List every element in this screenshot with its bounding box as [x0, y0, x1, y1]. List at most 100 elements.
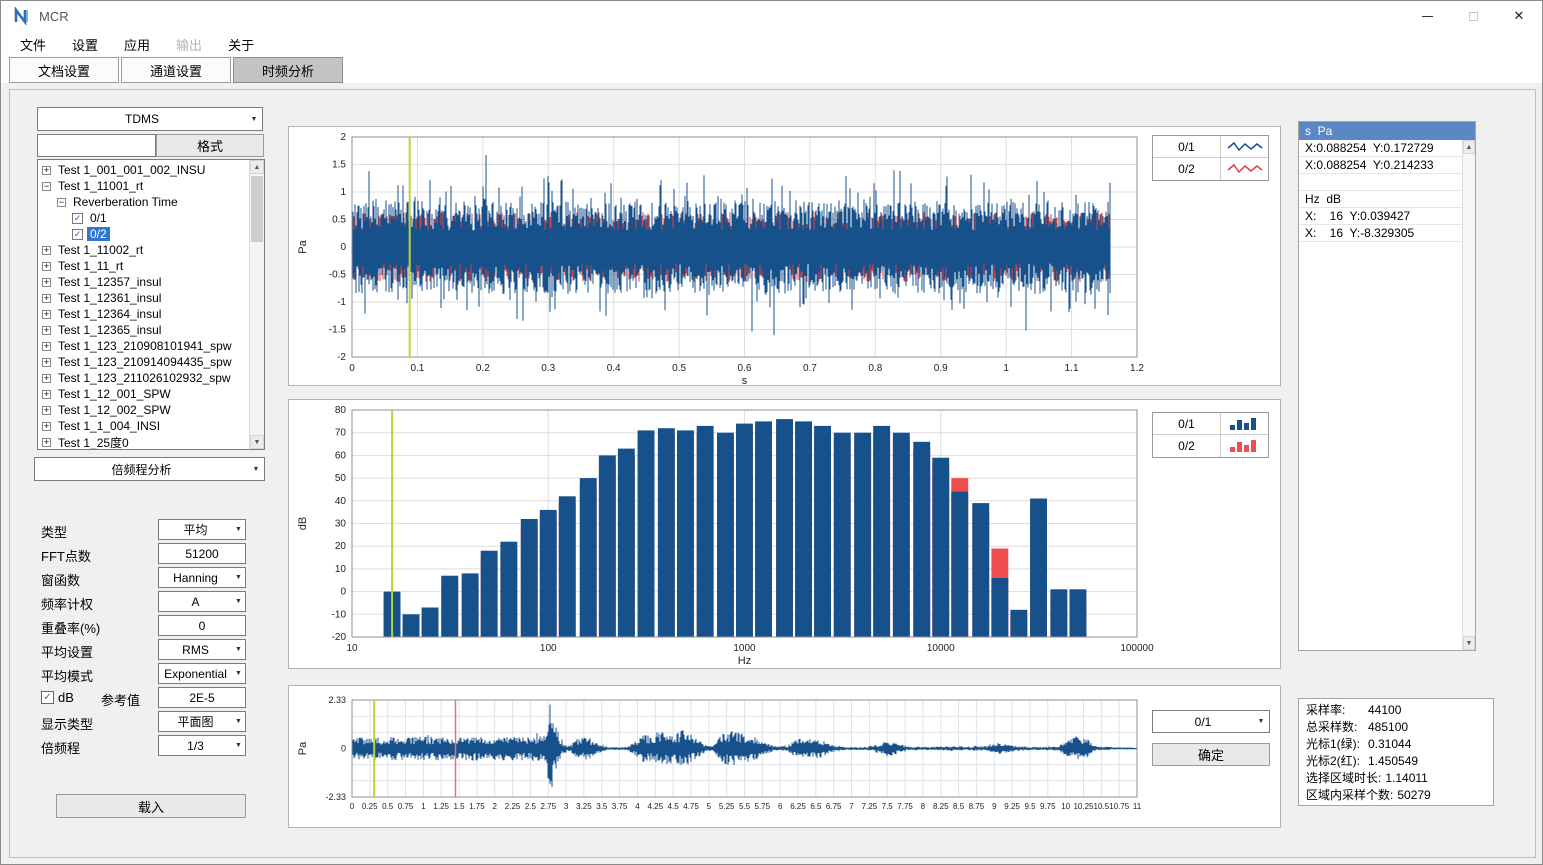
tree-item[interactable]: +Test 1_123_211026102932_spw — [38, 370, 249, 386]
tree-item[interactable]: −Test 1_11001_rt — [38, 178, 249, 194]
tree-scrollbar[interactable]: ▲ ▼ — [249, 160, 264, 449]
svg-text:9.75: 9.75 — [1040, 802, 1056, 811]
tab-channel-settings[interactable]: 通道设置 — [121, 57, 231, 83]
tree-item[interactable]: +Test 1_11002_rt — [38, 242, 249, 258]
tree-item[interactable]: ✓0/1 — [38, 210, 249, 226]
tree-item-checkbox[interactable]: ✓ — [72, 229, 83, 240]
tree-item[interactable]: + Test 1_12364_insul — [38, 306, 249, 322]
maximize-button[interactable] — [1450, 1, 1496, 31]
tree-item[interactable]: −Reverberation Time — [38, 194, 249, 210]
svg-text:6.5: 6.5 — [810, 802, 822, 811]
expand-icon[interactable]: + — [42, 310, 51, 319]
tree-item[interactable]: +Test 1_11_rt — [38, 258, 249, 274]
expand-icon[interactable]: + — [42, 246, 51, 255]
expand-icon[interactable]: + — [42, 278, 51, 287]
form-select[interactable]: Exponential▼ — [158, 663, 246, 684]
scroll-down-icon[interactable]: ▼ — [250, 435, 264, 449]
svg-text:6.25: 6.25 — [790, 802, 806, 811]
legend-item[interactable]: 0/2 — [1153, 435, 1268, 457]
form-input[interactable]: 2E-5 — [158, 687, 246, 708]
legend-item[interactable]: 0/1 — [1153, 136, 1268, 158]
form-input[interactable]: 0 — [158, 615, 246, 636]
expand-icon[interactable]: + — [42, 166, 51, 175]
filter-input[interactable] — [37, 134, 156, 157]
svg-text:6.75: 6.75 — [826, 802, 842, 811]
tree-item[interactable]: +Test 1_12_002_SPW — [38, 402, 249, 418]
load-button[interactable]: 载入 — [56, 794, 246, 818]
collapse-icon[interactable]: − — [42, 182, 51, 191]
readout-scrollbar[interactable]: ▲ ▼ — [1462, 140, 1475, 650]
expand-icon[interactable]: + — [42, 342, 51, 351]
form-select[interactable]: 平面图▼ — [158, 711, 246, 732]
confirm-button[interactable]: 确定 — [1152, 743, 1270, 766]
format-button[interactable]: 格式 — [156, 134, 264, 157]
line-series-icon — [1220, 158, 1268, 180]
time-waveform-plot[interactable]: 00.10.20.30.40.50.60.70.80.911.11.221.51… — [289, 127, 1280, 385]
octave-spectrum-plot[interactable]: 10100100010000100000-20-1001020304050607… — [289, 400, 1280, 668]
expand-icon[interactable]: + — [42, 262, 51, 271]
menu-about[interactable]: 关于 — [215, 32, 267, 57]
tree-item[interactable]: ✓0/2 — [38, 226, 249, 242]
form-select[interactable]: 1/3▼ — [158, 735, 246, 756]
chevron-down-icon: ▼ — [232, 646, 245, 653]
svg-text:0.2: 0.2 — [476, 363, 490, 374]
tree-item[interactable]: +Test 1_25度0 — [38, 434, 249, 449]
expand-icon[interactable]: + — [42, 294, 51, 303]
tree-item[interactable]: +Test 1_1_004_INSI — [38, 418, 249, 434]
expand-icon[interactable]: + — [42, 358, 51, 367]
menu-apply[interactable]: 应用 — [111, 32, 163, 57]
minimize-button[interactable] — [1404, 1, 1450, 31]
tree-item[interactable]: + Test 1_12361_insul — [38, 290, 249, 306]
legend-item[interactable]: 0/1 — [1153, 413, 1268, 435]
tree-item[interactable]: +Test 1_123_210908101941_spw — [38, 338, 249, 354]
collapse-icon[interactable]: − — [57, 198, 66, 207]
legend-item[interactable]: 0/2 — [1153, 158, 1268, 180]
expand-icon[interactable]: + — [42, 326, 51, 335]
menu-settings[interactable]: 设置 — [59, 32, 111, 57]
svg-text:30: 30 — [335, 519, 347, 530]
channel-select[interactable]: 0/1 ▼ — [1152, 710, 1270, 733]
tree-item[interactable]: +Test 1_123_210914094435_spw — [38, 354, 249, 370]
scroll-up-icon[interactable]: ▲ — [1463, 140, 1475, 154]
svg-text:0: 0 — [340, 587, 346, 598]
svg-text:2: 2 — [492, 802, 497, 811]
file-format-select[interactable]: TDMS ▼ — [37, 107, 263, 131]
svg-text:0: 0 — [340, 242, 346, 253]
tree-item[interactable]: +Test 1_12365_insul — [38, 322, 249, 338]
overview-waveform-svg: 00.250.50.7511.251.51.7522.252.52.7533.2… — [289, 686, 1280, 827]
scroll-down-icon[interactable]: ▼ — [1463, 636, 1475, 650]
tab-time-frequency-analysis[interactable]: 时频分析 — [233, 57, 343, 83]
expand-icon[interactable]: + — [42, 422, 51, 431]
scroll-up-icon[interactable]: ▲ — [250, 160, 264, 174]
form-select[interactable]: Hanning▼ — [158, 567, 246, 588]
tree-item[interactable]: +Test 1_12357_insul — [38, 274, 249, 290]
tree-item[interactable]: +Test 1_001_001_002_INSU — [38, 162, 249, 178]
db-checkbox[interactable]: ✓ — [41, 691, 54, 704]
tree-item-label: Test 1_12364_insul — [55, 307, 164, 321]
analysis-type-select[interactable]: 倍频程分析 ▼ — [34, 457, 265, 481]
tree-item[interactable]: + Test 1_12_001_SPW — [38, 386, 249, 402]
svg-text:10.25: 10.25 — [1073, 802, 1094, 811]
readout-header[interactable]: s Pa — [1299, 122, 1475, 140]
tab-document-settings[interactable]: 文档设置 — [9, 57, 119, 83]
expand-icon[interactable]: + — [42, 374, 51, 383]
form-select[interactable]: 平均▼ — [158, 519, 246, 540]
svg-text:-1.5: -1.5 — [329, 325, 347, 336]
tree-item-label: Test 1_12361_insul — [55, 291, 164, 305]
expand-icon[interactable]: + — [42, 406, 51, 415]
close-button[interactable]: ✕ — [1496, 1, 1542, 31]
svg-text:0.9: 0.9 — [934, 363, 948, 374]
form-select[interactable]: RMS▼ — [158, 639, 246, 660]
overview-waveform-plot[interactable]: 00.250.50.7511.251.51.7522.252.52.7533.2… — [289, 686, 1280, 827]
form-input[interactable]: 51200 — [158, 543, 246, 564]
form-select[interactable]: A▼ — [158, 591, 246, 612]
scrollbar-thumb[interactable] — [251, 176, 263, 242]
menu-file[interactable]: 文件 — [7, 32, 59, 57]
expand-icon[interactable]: + — [42, 390, 51, 399]
form-label: dB — [58, 690, 74, 705]
expand-icon[interactable]: + — [42, 438, 51, 447]
info-row: 总采样数:485100 — [1299, 719, 1493, 736]
tree-item-label: Test 1_12_001_SPW — [55, 387, 174, 401]
menu-output: 输出 — [163, 32, 215, 57]
tree-item-checkbox[interactable]: ✓ — [72, 213, 83, 224]
